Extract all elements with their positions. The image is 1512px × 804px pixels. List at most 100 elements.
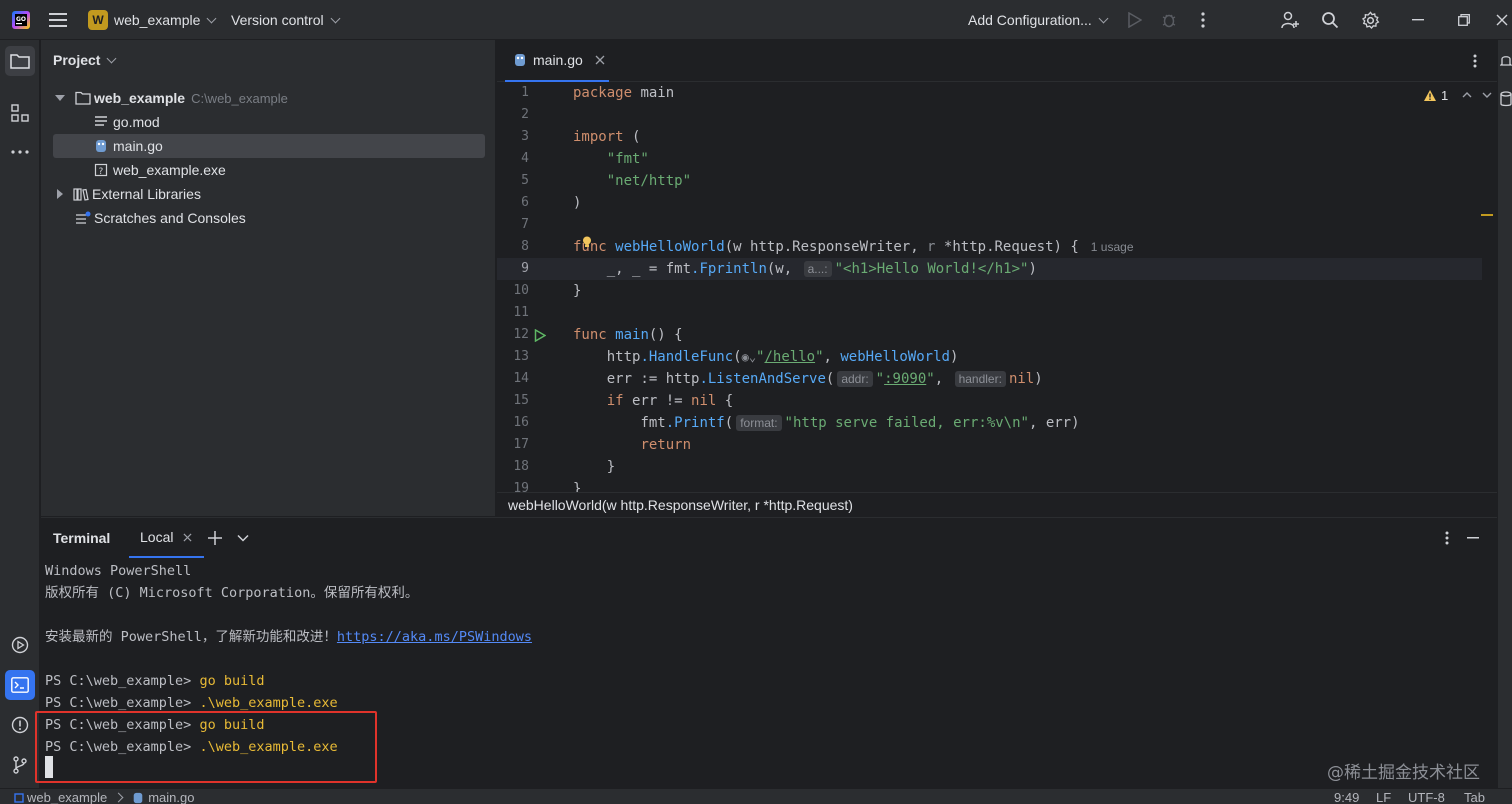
terminal-title: Terminal [53,530,111,546]
tab-label: Local [140,529,174,545]
go-file-icon [133,792,143,803]
code-editor: main.go 1 1 2 3 4 5 6 7 8 9 10 11 12 13 … [497,40,1497,516]
editor-more-icon[interactable] [1467,52,1483,70]
tab-main-go[interactable]: main.go [505,40,609,82]
hide-panel-icon[interactable] [1465,530,1481,546]
project-panel-title: Project [53,52,101,68]
unknown-file-icon: ? [94,163,108,177]
git-branch-icon[interactable] [5,750,35,780]
scratches-label: Scratches and Consoles [94,210,246,226]
chevron-right-icon [113,792,124,803]
code-line: ) [573,195,582,211]
code-line: package main [573,85,675,101]
code-line: _, _ = fmt.Fprintln(w, a...: "<h1>Hello W… [573,261,1037,277]
code-line: "net/http" [606,173,692,189]
highlight-annotation-box [35,711,377,783]
file-name: go.mod [113,114,160,130]
status-project[interactable]: web_example main.go [14,790,194,804]
notifications-icon[interactable] [1500,52,1512,70]
code-line: fmt.Printf(format: "http serve failed, er… [640,415,1080,431]
status-line-separator[interactable]: LF [1376,790,1391,804]
editor-breadcrumbs: webHelloWorld(w http.ResponseWriter, r *… [497,492,1497,516]
code-area[interactable]: package main import ( "fmt" "net/http" )… [497,82,1482,492]
tree-item-go-mod[interactable]: go.mod [94,110,160,134]
go-file-icon [96,140,106,152]
services-icon[interactable] [5,630,35,660]
status-bar: web_example main.go 9:49 LF UTF-8 Tab [0,788,1512,804]
folder-icon [75,91,91,105]
chevron-down-icon[interactable] [1482,91,1492,99]
chevron-down-icon [330,13,341,23]
chevron-down-icon [1098,13,1109,23]
url-hint-icon[interactable]: ◉⌄ [742,350,756,364]
restore-icon[interactable] [1454,10,1474,30]
tab-local[interactable]: Local [129,518,204,558]
code-line: } [573,481,582,492]
more-actions-icon[interactable] [1194,11,1212,29]
tree-item-scratches[interactable]: Scratches and Consoles [75,206,246,230]
breadcrumb-function[interactable]: webHelloWorld(w http.ResponseWriter, r *… [508,497,853,513]
code-line: func webHelloWorld(w http.ResponseWriter… [573,239,1134,255]
terminal-tool-button[interactable] [5,670,35,700]
project-panel-header[interactable]: Project [53,52,117,68]
minimize-icon[interactable] [1408,10,1428,30]
terminal-cursor [45,756,53,778]
status-position[interactable]: 9:49 [1334,790,1359,804]
project-root-name: web_example [94,90,186,106]
usages-hint[interactable]: 1 usage [1091,240,1134,254]
file-name: web_example.exe [113,162,226,178]
project-name: web_example [114,12,201,28]
project-tool-window: Project web_example C:\web_example go.mo… [41,40,496,516]
database-icon[interactable] [1500,90,1512,108]
project-badge: W [88,10,108,30]
close-tab-icon[interactable] [183,532,192,542]
project-selector[interactable]: W web_example [88,0,217,40]
powershell-link[interactable]: https://aka.ms/PSWindows [337,629,532,645]
version-control-menu[interactable]: Version control [231,0,341,40]
new-tab-plus-icon[interactable] [207,530,223,546]
run-configuration-label: Add Configuration... [968,12,1092,28]
problems-icon[interactable] [5,710,35,740]
status-indent[interactable]: Tab [1464,790,1485,804]
scratches-icon [76,211,91,224]
terminal-more-icon[interactable] [1439,530,1455,546]
left-tool-strip [0,40,40,788]
parameter-hint: addr: [837,371,873,387]
scroll-marker [1481,214,1493,216]
goland-logo-icon[interactable]: GO [10,9,32,31]
code-line: if err != nil { [606,393,734,409]
close-tab-icon[interactable] [595,55,605,65]
debug-icon[interactable] [1160,11,1178,29]
code-line: err := http.ListenAndServe(addr: ":9090",… [573,371,1043,387]
search-icon[interactable] [1320,10,1340,30]
intention-bulb-icon[interactable] [581,236,593,248]
tree-item-external-libraries[interactable]: External Libraries [57,182,201,206]
more-tools-icon[interactable] [5,137,35,167]
expand-arrow-icon[interactable] [55,95,65,101]
structure-icon[interactable] [5,98,35,128]
chevron-down-icon [206,13,217,23]
editor-tab-bar: main.go [497,40,1497,82]
code-line: "fmt" [606,151,649,167]
settings-gear-icon[interactable] [1360,10,1380,30]
close-window-icon[interactable] [1492,10,1512,30]
main-menu-icon[interactable] [48,10,68,30]
tab-label: main.go [533,52,583,68]
terminal-line: 安装最新的 PowerShell，了解新功能和改进！https://aka.ms… [45,629,532,645]
parameter-hint: a...: [803,261,832,277]
terminal-dropdown-icon[interactable] [235,530,251,546]
status-encoding[interactable]: UTF-8 [1408,790,1445,804]
title-bar: GO W web_example Version control Add Con… [0,0,1512,40]
code-with-me-icon[interactable] [1280,10,1300,30]
tree-item-main-go[interactable]: main.go [94,134,163,158]
code-line: } [573,459,616,475]
run-icon[interactable] [1126,11,1144,29]
tree-item-project-root[interactable]: web_example C:\web_example [55,86,288,110]
module-icon [14,792,24,803]
run-configuration-selector[interactable]: Add Configuration... [968,0,1109,40]
expand-arrow-icon[interactable] [57,189,63,199]
terminal-line: PS C:\web_example> go build [45,673,265,689]
code-line: return [640,437,692,453]
tree-item-web-example-exe[interactable]: ? web_example.exe [94,158,226,182]
project-tool-button[interactable] [5,46,35,76]
